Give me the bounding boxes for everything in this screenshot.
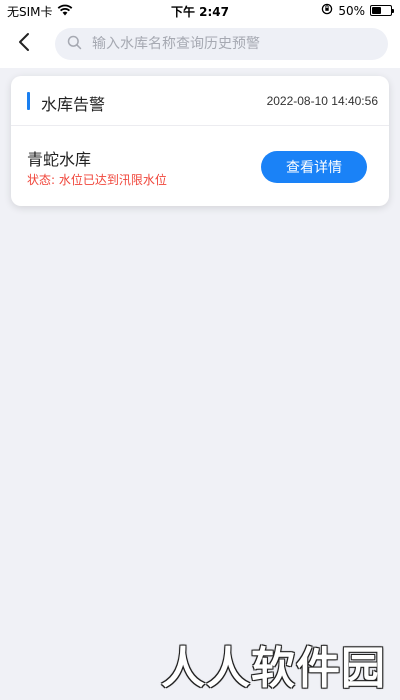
search-bar[interactable] — [55, 28, 388, 60]
title-accent-bar — [27, 92, 30, 110]
screen: 无SIM卡 下午 2:47 50% 输入水库名称查询历史预警 水库告警 2022… — [0, 0, 400, 700]
back-button[interactable] — [10, 29, 38, 59]
view-details-button[interactable]: 查看详情 — [261, 151, 367, 183]
reservoir-name: 青蛇水库 — [27, 150, 92, 169]
alert-time: 2022-08-10 14:40:56 — [266, 94, 378, 108]
battery-percent: 50% — [338, 3, 365, 18]
alert-title: 水库告警 — [41, 95, 106, 114]
search-input[interactable] — [92, 36, 362, 52]
header — [0, 22, 400, 68]
alert-card-header: 水库告警 2022-08-10 14:40:56 — [11, 76, 389, 126]
battery-icon — [370, 5, 394, 16]
status-bar: 无SIM卡 下午 2:47 50% — [0, 0, 400, 22]
battery-level — [372, 7, 381, 14]
alert-status: 状态: 水位已达到汛限水位 — [27, 173, 167, 187]
search-icon — [67, 35, 82, 54]
back-icon — [18, 32, 30, 56]
watermark: 人人软件园 — [161, 643, 386, 694]
orientation-lock-icon — [321, 3, 333, 18]
status-right: 50% — [321, 3, 394, 18]
alert-card: 水库告警 2022-08-10 14:40:56 青蛇水库 状态: 水位已达到汛… — [11, 76, 389, 206]
